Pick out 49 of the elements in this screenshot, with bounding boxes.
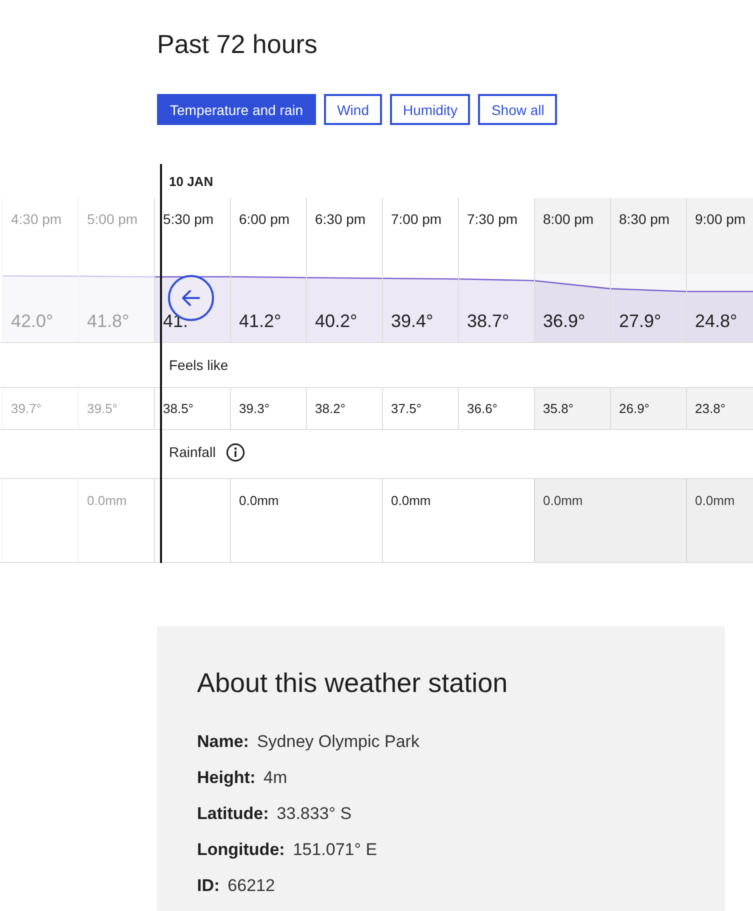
tab[interactable]: Wind — [324, 94, 382, 125]
tab[interactable]: Temperature and rain — [157, 94, 316, 125]
row-label: Rainfall — [169, 444, 216, 460]
temperature-cell: 38.7° — [458, 274, 534, 342]
time-cell: 8:30 pm — [610, 198, 686, 274]
detail-label: Height: — [197, 767, 256, 789]
tab[interactable]: Show all — [478, 94, 558, 125]
rainfall-cell: 0.0mm — [686, 479, 753, 562]
rainfall-cell: 0.0mm — [78, 479, 154, 562]
time-cell: 4:30 pm — [2, 198, 78, 274]
feels-like-cell: 38.2° — [306, 388, 382, 429]
feels-like-cell: 39.7° — [2, 388, 78, 429]
temperature-cell: 27.9° — [610, 274, 686, 342]
temperature-cell: 40.2° — [306, 274, 382, 342]
temperature-cell: 39.4° — [382, 274, 458, 342]
temperature-cell: 24.8° — [686, 274, 753, 342]
temperature-cell: 41.2° — [230, 274, 306, 342]
section-heading: Past 72 hours — [156, 28, 318, 59]
feels-like-cell: 26.9° — [610, 388, 686, 429]
time-cell: 5:00 pm — [78, 198, 154, 274]
detail-value: 66212 — [228, 875, 275, 897]
time-cell: 9:00 pm — [686, 198, 753, 274]
detail-value: 151.071° E — [292, 839, 378, 861]
detail-label: Latitude: — [197, 803, 269, 825]
detail-label: Longitude: — [197, 839, 285, 861]
feels-like-cell: 23.8° — [686, 388, 753, 429]
detail-value: 33.833° S — [276, 803, 352, 825]
card-title: About this weather station — [197, 668, 509, 699]
detail-value: 4m — [264, 767, 288, 789]
temperature-cell: 36.9° — [534, 274, 610, 342]
date-label: 10 JAN — [169, 174, 214, 188]
temperature-cell: 41.8° — [78, 274, 154, 342]
time-cell: 6:00 pm — [230, 198, 306, 274]
rainfall-cell: 0.0mm — [230, 479, 382, 562]
info-icon[interactable] — [226, 442, 245, 462]
detail-label: ID: — [197, 875, 220, 897]
detail-value: Sydney Olympic Park — [256, 731, 420, 753]
time-cell: 7:00 pm — [382, 198, 458, 274]
temperature-cell: 42.0° — [2, 274, 78, 342]
tab[interactable]: Humidity — [390, 94, 470, 125]
row-label: Feels like — [169, 357, 228, 373]
feels-like-cell: 39.3° — [230, 388, 306, 429]
rainfall-cell: 0.0mm — [534, 479, 686, 562]
time-cell: 6:30 pm — [306, 198, 382, 274]
feels-like-cell: 35.8° — [534, 388, 610, 429]
feels-like-cell: 37.5° — [382, 388, 458, 429]
detail-label: Name: — [197, 731, 249, 753]
feels-like-cell: 39.5° — [78, 388, 154, 429]
time-cell: 8:00 pm — [534, 198, 610, 274]
